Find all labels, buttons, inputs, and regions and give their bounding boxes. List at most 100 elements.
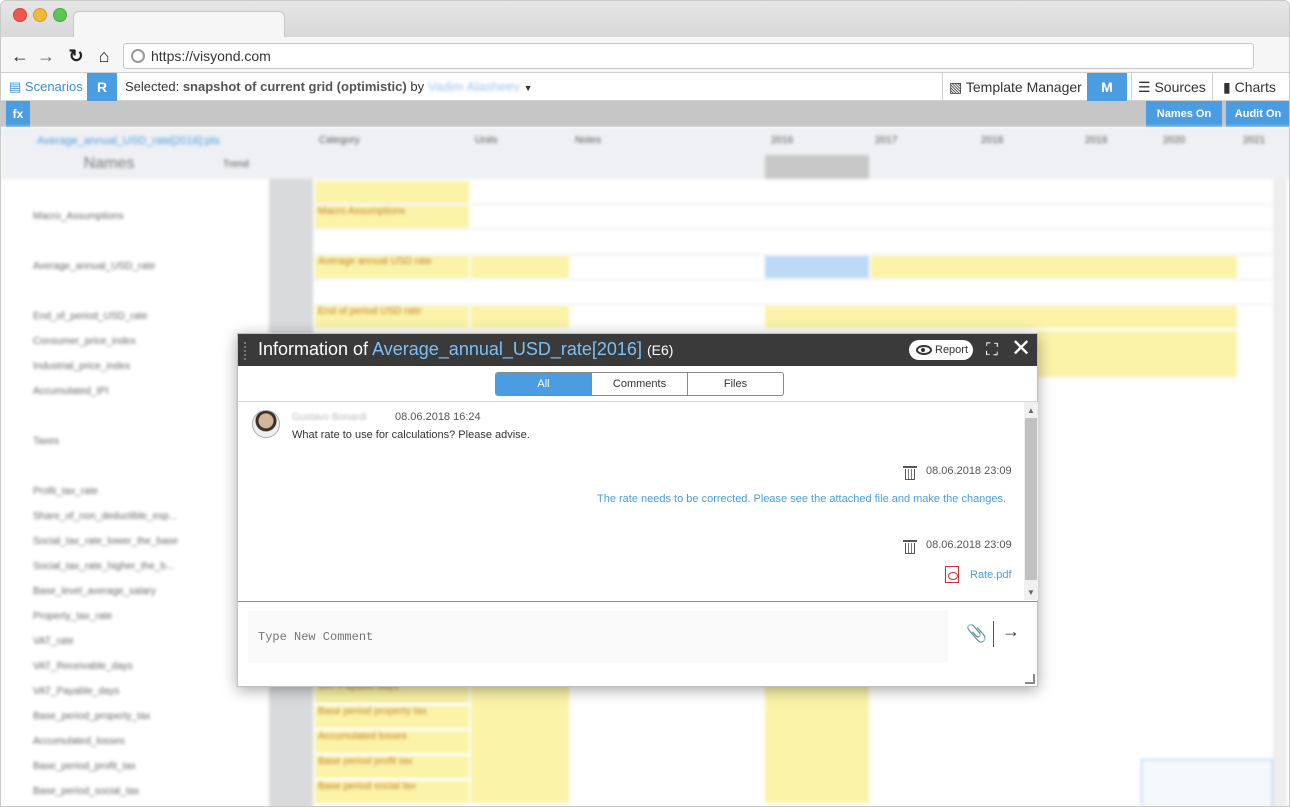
menu-icon: ☰ [1138, 79, 1151, 95]
yellow-cell: Accumulated losses [315, 731, 469, 753]
home-icon[interactable]: ⌂ [93, 45, 115, 67]
tab-files[interactable]: Files [688, 373, 783, 395]
grid-line [313, 304, 1273, 305]
scenarios-button[interactable]: ▤ Scenarios [9, 79, 83, 95]
scroll-up-icon[interactable]: ▲ [1027, 406, 1035, 415]
minimize-window-button[interactable] [33, 8, 47, 22]
yellow-cell: Macro Assumptions [315, 206, 469, 228]
pdf-icon [945, 566, 959, 583]
col-header-2017: 2017 [875, 135, 898, 146]
names-header: Names [83, 155, 135, 172]
comment-input[interactable] [248, 611, 948, 663]
tab-comments[interactable]: Comments [592, 373, 688, 395]
row-label: Share_of_non_deductible_exp... [33, 511, 178, 522]
cell-text: Average annual USD rate [318, 256, 432, 267]
send-arrow-icon[interactable]: → [1002, 621, 1020, 642]
yellow-cell: Base period profit tax [315, 756, 469, 778]
bar-chart-icon: ▮ [1223, 79, 1231, 95]
row-label: Accumulated_IPI [33, 386, 109, 397]
row-label: Base_period_social_tax [33, 786, 140, 797]
row-label: Social_tax_rate_lower_the_base [33, 536, 179, 547]
input-divider [238, 601, 1037, 602]
sources-button[interactable]: ☰ Sources [1131, 73, 1213, 101]
tab-all[interactable]: All [496, 373, 592, 395]
resize-handle-icon[interactable] [1025, 674, 1035, 684]
yellow-cell [471, 681, 569, 803]
report-button[interactable]: Report [909, 340, 973, 360]
comment-author: Gustavo Bonardi [292, 412, 367, 423]
app-toolbar: ▤ Scenarios R Selected: snapshot of curr… [1, 73, 1289, 101]
col-header-notes: Notes [575, 135, 602, 146]
browser-tab[interactable] [73, 11, 285, 39]
m-button[interactable]: M [1087, 73, 1127, 101]
keyboard-icon: ▧ [949, 79, 963, 95]
maximize-window-button[interactable] [53, 8, 67, 22]
info-dialog: Information of Average_annual_USD_rate[2… [237, 333, 1038, 687]
paperclip-icon[interactable]: 📎 [966, 624, 987, 644]
title-prefix: Information of [258, 339, 369, 359]
yellow-cell: Base period social tax [315, 781, 469, 803]
yellow-cell: End of period USD rate [315, 306, 469, 328]
reference-popup [1141, 759, 1273, 806]
row-label: Consumer_price_index [33, 336, 136, 347]
scenario-selector[interactable]: Selected: snapshot of current grid (opti… [125, 79, 533, 94]
navigation-bar: ← → ↻ ⌂ https://visyond.com [1, 37, 1289, 73]
expand-icon[interactable]: ⛶ [983, 341, 1001, 359]
template-manager-button[interactable]: ▧ Template Manager [942, 73, 1088, 101]
grid-line [313, 254, 1273, 255]
fx-button[interactable]: fx [6, 101, 30, 127]
row-label: Taxes [33, 436, 60, 447]
grid-scrollbar[interactable] [1273, 179, 1287, 806]
col-header-2019: 2019 [1085, 135, 1108, 146]
forward-arrow-icon[interactable]: → [35, 45, 57, 67]
yellow-cell [1037, 331, 1237, 377]
r-button[interactable]: R [87, 73, 117, 101]
name-filter[interactable]: Average_annual_USD_rate[2016]:pts [37, 135, 220, 147]
col-header-2021: 2021 [1243, 135, 1266, 146]
selected-cell[interactable] [765, 256, 869, 278]
yellow-cell [871, 256, 1237, 278]
attachment-link[interactable]: Rate.pdf [970, 569, 1012, 581]
reload-icon[interactable]: ↻ [65, 45, 87, 67]
col-header-2016: 2016 [771, 135, 794, 146]
selected-prefix: Selected: [125, 79, 180, 94]
col-header-category: Category [319, 135, 360, 146]
title-name: Average_annual_USD_rate[2016] [372, 339, 642, 359]
scroll-down-icon[interactable]: ▼ [1027, 588, 1035, 597]
audit-on-button[interactable]: Audit On [1226, 101, 1289, 127]
report-label: Report [935, 344, 969, 356]
cell-text: Base period property tax [318, 706, 427, 717]
drag-handle-icon[interactable] [244, 342, 248, 360]
browser-window: ← → ↻ ⌂ https://visyond.com ▤ Scenarios … [0, 0, 1290, 807]
document-icon: ▤ [9, 79, 22, 94]
globe-icon [131, 49, 145, 63]
send-divider [993, 621, 994, 647]
close-window-button[interactable] [13, 8, 27, 22]
scroll-thumb[interactable] [1025, 418, 1037, 580]
cell-text: Accumulated losses [318, 731, 407, 742]
yellow-cell: Base period property tax [315, 706, 469, 728]
trash-icon[interactable] [903, 466, 917, 480]
row-label: Base_period_profit_tax [33, 761, 136, 772]
eye-icon [916, 345, 932, 355]
filter-tabs: All Comments Files [495, 372, 784, 396]
row-label: Profit_tax_rate [33, 486, 99, 497]
yellow-cell: Average annual USD rate [315, 256, 469, 278]
grid-line [313, 279, 1273, 280]
charts-button[interactable]: ▮ Charts [1217, 73, 1289, 101]
comment-list: Gustavo Bonardi 08.06.2018 16:24 What ra… [238, 402, 1024, 600]
scenarios-label: Scenarios [24, 79, 83, 94]
comment-scrollbar[interactable]: ▲ ▼ [1024, 402, 1038, 600]
comment-date: 08.06.2018 23:09 [926, 539, 1012, 551]
url-bar[interactable]: https://visyond.com [123, 43, 1254, 69]
close-icon[interactable]: ✕ [1010, 337, 1032, 361]
comment-text: The rate needs to be corrected. Please s… [597, 493, 1007, 505]
grid-line [313, 204, 1273, 205]
row-label: Macro_Assumptions [33, 211, 124, 222]
trash-icon[interactable] [903, 540, 917, 554]
title-bar [1, 1, 1289, 39]
names-on-button[interactable]: Names On [1146, 101, 1222, 127]
back-arrow-icon[interactable]: ← [9, 45, 31, 67]
row-label: End_of_period_USD_rate [33, 311, 148, 322]
avatar [252, 410, 280, 438]
